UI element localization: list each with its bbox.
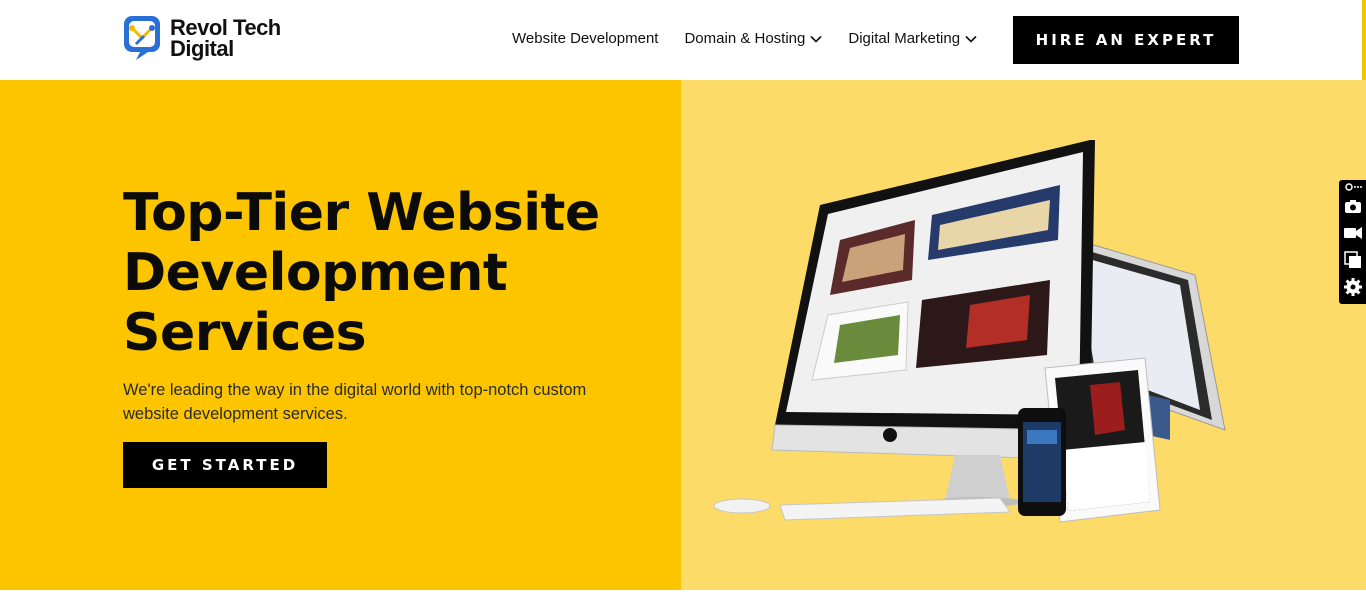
chevron-down-icon <box>810 35 822 43</box>
nav-item-label: Digital Marketing <box>848 30 961 47</box>
nav-item-label: Domain & Hosting <box>684 30 806 47</box>
site-header: Revol Tech Digital Website Development D… <box>0 0 1366 80</box>
nav-website-development[interactable]: Website Development <box>512 30 658 47</box>
mouse <box>713 498 771 514</box>
nav-item-label: Website Development <box>512 30 659 47</box>
copy-icon[interactable] <box>1342 249 1364 271</box>
nav-domain-hosting[interactable]: Domain & Hosting <box>684 30 822 47</box>
chevron-down-icon <box>965 35 977 43</box>
keyboard <box>779 497 1011 521</box>
smartphone <box>1018 408 1066 516</box>
hero-title-line3: Services <box>123 303 367 363</box>
hire-expert-button[interactable]: HIRE AN EXPERT <box>1013 16 1239 64</box>
gear-icon[interactable] <box>1342 276 1364 298</box>
scroll-edge <box>1362 0 1366 80</box>
logo-text-line1: Revol Tech <box>170 15 281 40</box>
hero-title-line1: Top-Tier Website <box>123 183 600 243</box>
video-icon[interactable] <box>1342 222 1364 244</box>
nav-digital-marketing[interactable]: Digital Marketing <box>848 30 977 47</box>
bottom-strip <box>0 590 1366 598</box>
responsive-devices-illustration <box>713 140 1226 523</box>
hero-subtitle: We're leading the way in the digital wor… <box>123 381 587 423</box>
logo-text: Revol Tech Digital <box>170 15 281 61</box>
side-toolbar <box>1339 180 1366 304</box>
hero-title-line2: Development <box>123 243 508 303</box>
hero-title: Top-Tier Website Development Services <box>123 183 643 363</box>
logo-text-line2: Digital <box>170 36 234 61</box>
main-nav: Website Development Domain & Hosting Dig… <box>512 30 1003 47</box>
logo[interactable]: Revol Tech Digital <box>122 13 281 63</box>
link-icon[interactable] <box>1342 180 1364 194</box>
apple-logo-icon <box>883 428 897 442</box>
camera-icon[interactable] <box>1342 195 1364 217</box>
get-started-button[interactable]: GET STARTED <box>123 442 327 488</box>
logo-mark-icon <box>124 16 160 60</box>
